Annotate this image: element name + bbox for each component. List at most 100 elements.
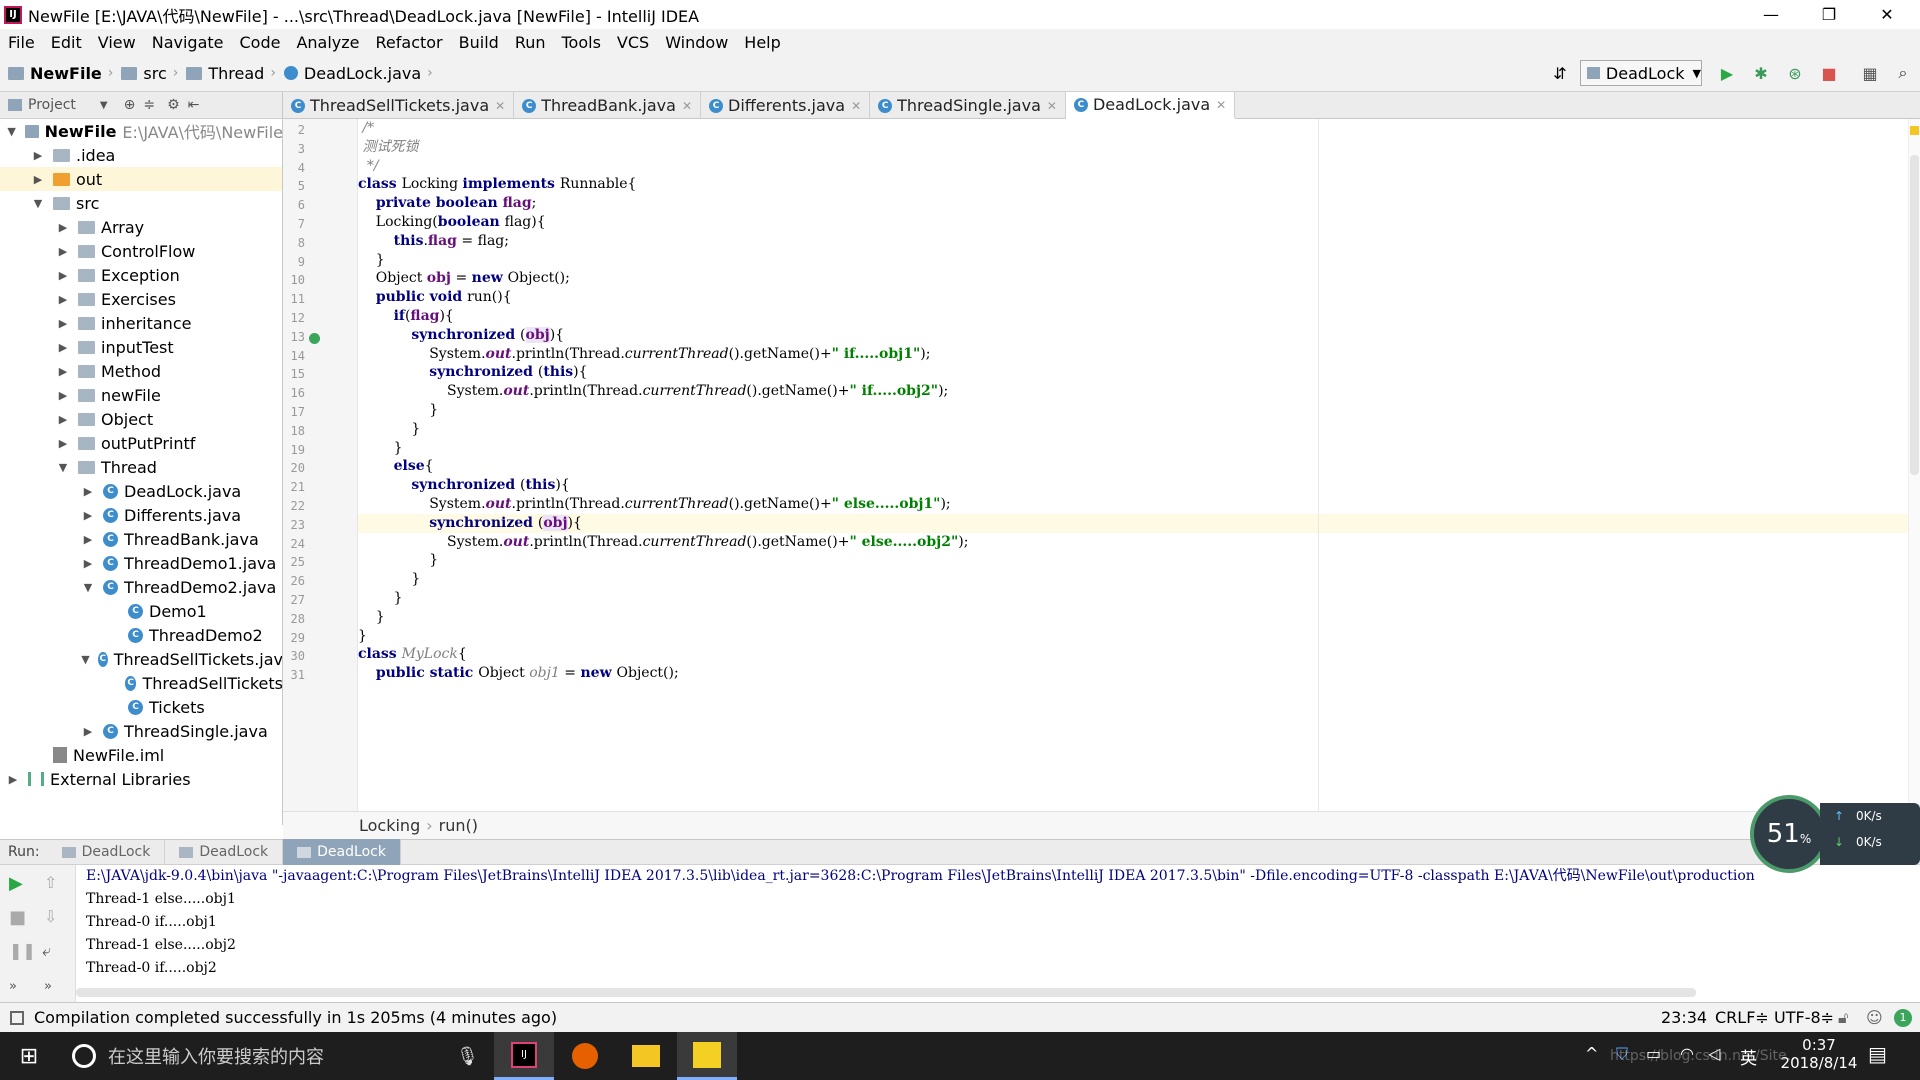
code-line[interactable]: class Locking implements Runnable{ [358, 175, 636, 194]
code-line[interactable]: } [358, 439, 403, 458]
code-line[interactable]: } [358, 251, 385, 270]
search-icon[interactable]: ⌕ [1893, 63, 1913, 83]
editor-tab[interactable]: C DeadLock.java ✕ [1065, 92, 1236, 119]
stop-icon[interactable]: ■ [1819, 63, 1839, 83]
project-structure-icon[interactable]: ▦ [1860, 63, 1880, 83]
taskbar-firefox[interactable] [555, 1032, 615, 1080]
run-configuration-select[interactable]: DeadLock ▼ [1580, 60, 1702, 86]
tree-item[interactable]: ▼ Thread [0, 455, 282, 479]
toggle-panels-icon[interactable] [10, 1010, 24, 1025]
project-panel-label[interactable]: Project [28, 97, 76, 113]
code-line[interactable]: if(flag){ [358, 307, 454, 326]
chevron-right-icon[interactable]: ▶ [56, 389, 70, 402]
taskbar-explorer[interactable] [616, 1032, 676, 1080]
breadcrumb-item[interactable]: NewFile › [8, 64, 113, 83]
menu-item-vcs[interactable]: VCS [609, 33, 657, 52]
code-line[interactable]: } [358, 589, 403, 608]
console-output[interactable]: E:\JAVA\jdk-9.0.4\bin\java "-javaagent:C… [76, 865, 1920, 982]
editor-tab[interactable]: C ThreadSingle.java ✕ [870, 92, 1066, 119]
code-line[interactable]: private boolean flag; [358, 194, 537, 213]
minimize-button[interactable]: — [1742, 0, 1800, 29]
code-line[interactable]: System.out.println(Thread.currentThread(… [358, 533, 968, 552]
editor-scrollbar[interactable] [1908, 119, 1920, 811]
chevron-right-icon[interactable]: ▶ [56, 365, 70, 378]
chevron-right-icon[interactable]: ▶ [56, 245, 70, 258]
tree-item[interactable]: ▶ Array [0, 215, 282, 239]
tree-item[interactable]: ▼ C ThreadDemo2.java [0, 575, 282, 599]
code-line[interactable]: System.out.println(Thread.currentThread(… [358, 495, 950, 514]
tree-item[interactable]: ▶ C ThreadSingle.java [0, 719, 282, 743]
sort-icon[interactable]: ⇵ [1550, 63, 1570, 83]
scroll-thumb[interactable] [1910, 155, 1919, 475]
chevron-down-icon[interactable]: ▼ [56, 461, 70, 474]
tree-item[interactable]: ▼ C ThreadSellTickets.jav [0, 647, 282, 671]
tree-item[interactable]: ▶ C DeadLock.java [0, 479, 282, 503]
clock[interactable]: 0:37 2018/8/14 [1774, 1036, 1864, 1072]
editor-tab[interactable]: C Differents.java ✕ [701, 92, 871, 119]
tree-item[interactable]: C ThreadSellTickets [0, 671, 282, 695]
code-line[interactable]: public void run(){ [358, 288, 512, 307]
menu-item-code[interactable]: Code [232, 33, 289, 52]
menu-item-window[interactable]: Window [657, 33, 736, 52]
chevron-right-icon[interactable]: ▶ [81, 485, 95, 498]
tree-item[interactable]: ▶ External Libraries [0, 767, 282, 791]
code-line[interactable]: /* [358, 119, 374, 138]
menu-item-view[interactable]: View [90, 33, 144, 52]
tree-item[interactable]: C Demo1 [0, 599, 282, 623]
hide-icon[interactable]: ⇤ [188, 97, 200, 113]
chevron-down-icon[interactable]: ▼ [100, 100, 108, 111]
close-icon[interactable]: ✕ [851, 99, 861, 113]
code-line[interactable]: } [358, 401, 438, 420]
editor-breadcrumb-item[interactable]: Locking [359, 816, 420, 835]
breadcrumb-item[interactable]: DeadLock.java › [283, 64, 433, 83]
code-line[interactable]: synchronized (this){ [358, 476, 569, 495]
collapse-icon[interactable]: ≑ [143, 97, 155, 113]
tree-item[interactable]: ▶ Exercises [0, 287, 282, 311]
chevron-right-icon[interactable]: ▶ [56, 221, 70, 234]
tree-item[interactable]: ▶ outPutPrintf [0, 431, 282, 455]
ime-indicator[interactable]: 英 [1740, 1044, 1757, 1069]
menu-item-edit[interactable]: Edit [43, 33, 90, 52]
tree-item[interactable]: ▶ inheritance [0, 311, 282, 335]
tree-item[interactable]: ▶ Exception [0, 263, 282, 287]
chevron-right-icon[interactable]: ▶ [81, 557, 95, 570]
code-line[interactable]: } [358, 551, 438, 570]
code-line[interactable]: 测试死锁 [358, 138, 418, 157]
stop-icon[interactable]: ■ [9, 907, 26, 928]
battery-icon[interactable]: ▭ [1646, 1044, 1661, 1063]
tree-item[interactable]: ▶ C Differents.java [0, 503, 282, 527]
breadcrumb-item[interactable]: Thread › [186, 64, 276, 83]
rerun-icon[interactable]: ▶ [9, 873, 23, 894]
more-icon-2[interactable]: » [44, 979, 52, 994]
taskbar-app4[interactable] [677, 1032, 737, 1080]
taskbar-intellij[interactable]: IJ [494, 1032, 554, 1080]
down-icon[interactable]: ⇩ [44, 907, 57, 926]
menu-item-tools[interactable]: Tools [554, 33, 609, 52]
chevron-down-icon[interactable]: ▼ [81, 581, 95, 594]
chevron-right-icon[interactable]: ▶ [31, 149, 45, 162]
tree-item[interactable]: ▶ .idea [0, 143, 282, 167]
code-line[interactable]: else{ [358, 457, 434, 476]
tree-item[interactable]: ▶ C ThreadDemo1.java [0, 551, 282, 575]
code-line[interactable]: synchronized (this){ [358, 363, 587, 382]
code-line[interactable]: class MyLock{ [358, 645, 467, 664]
breadcrumb-item[interactable]: src › [121, 64, 178, 83]
tree-item[interactable]: C ThreadDemo2 [0, 623, 282, 647]
tree-item[interactable]: ▶ out [0, 167, 282, 191]
chevron-down-icon[interactable]: ▼ [6, 125, 17, 138]
close-icon[interactable]: ✕ [495, 99, 505, 113]
chevron-right-icon[interactable]: ▶ [56, 269, 70, 282]
menu-item-analyze[interactable]: Analyze [288, 33, 367, 52]
tree-item[interactable]: NewFile.iml [0, 743, 282, 767]
chevron-right-icon[interactable]: ▶ [56, 317, 70, 330]
editor-breadcrumb-item[interactable]: run() [439, 816, 478, 835]
tree-item[interactable]: ▶ C ThreadBank.java [0, 527, 282, 551]
tree-item[interactable]: ▼ src [0, 191, 282, 215]
code-line[interactable]: synchronized (obj){ [358, 326, 564, 345]
tree-item[interactable]: ▶ Object [0, 407, 282, 431]
pause-icon[interactable]: ❚❚ [9, 941, 36, 960]
run-icon[interactable]: ▶ [1717, 63, 1737, 83]
chevron-right-icon[interactable]: ▶ [81, 533, 95, 546]
menu-item-build[interactable]: Build [451, 33, 507, 52]
close-button[interactable]: ✕ [1858, 0, 1916, 29]
